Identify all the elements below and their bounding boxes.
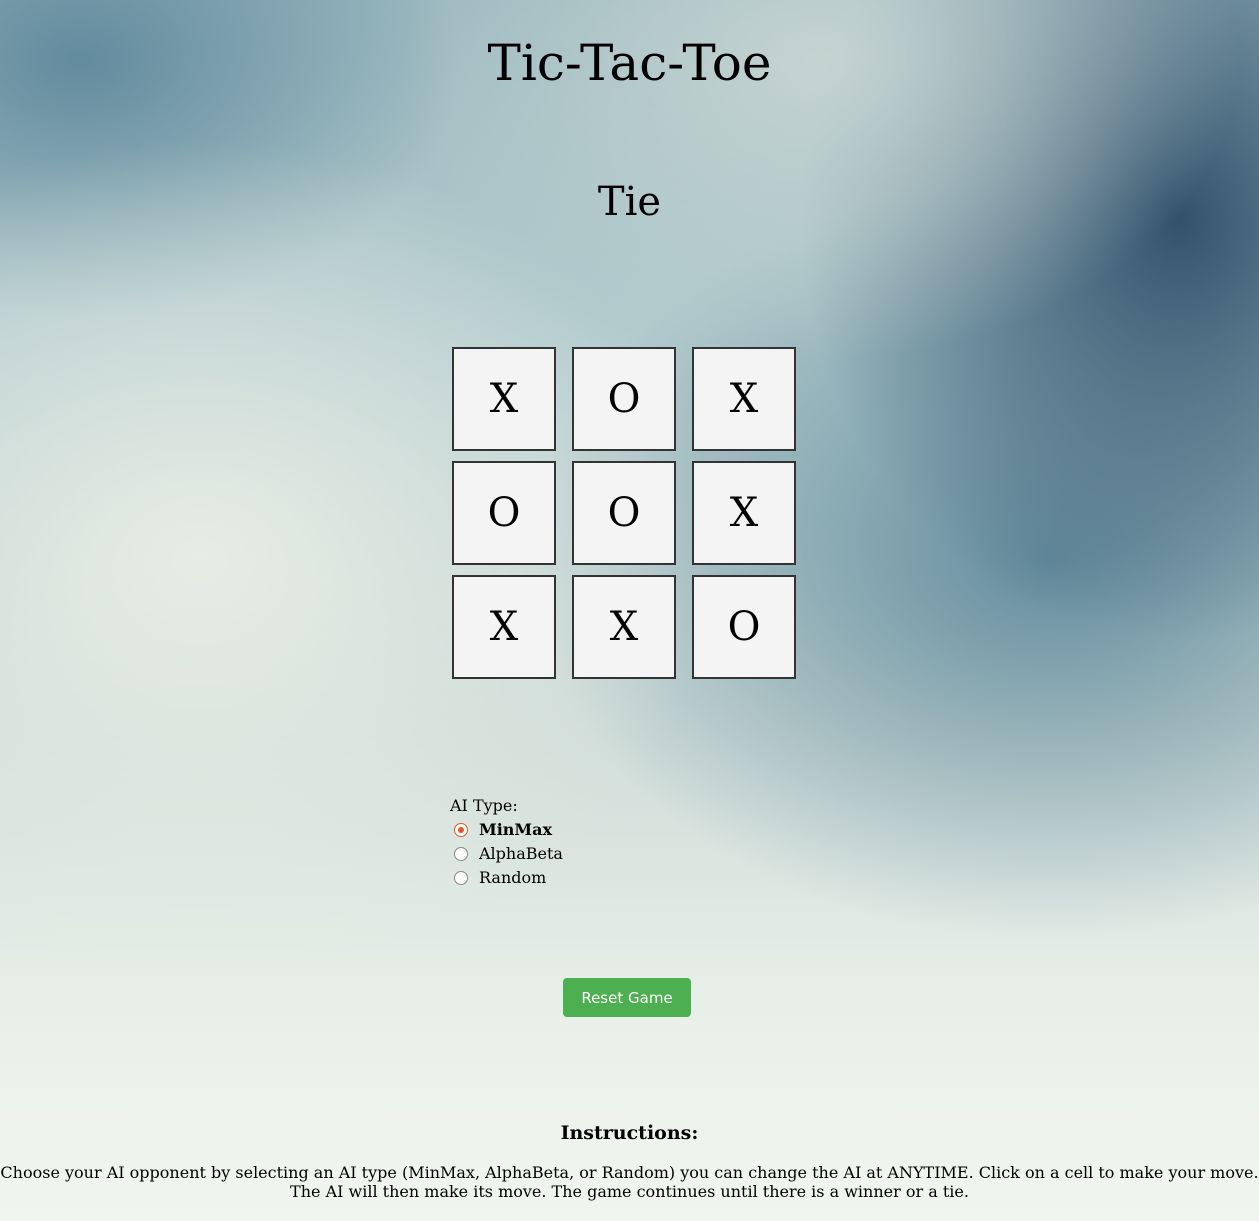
board-cell[interactable]: X xyxy=(692,347,796,451)
reset-game-button[interactable]: Reset Game xyxy=(563,978,691,1017)
minmax-label[interactable]: MinMax xyxy=(479,818,552,842)
board-cell[interactable]: X xyxy=(692,461,796,565)
ai-option-minmax[interactable]: MinMax xyxy=(454,818,563,842)
minmax-radio[interactable] xyxy=(454,823,468,837)
instructions-text: Choose your AI opponent by selecting an … xyxy=(0,1163,1259,1201)
instructions-heading: Instructions: xyxy=(560,1122,699,1144)
board-cell[interactable]: X xyxy=(572,575,676,679)
ai-type-selector: AI Type: MinMax AlphaBeta Random xyxy=(450,794,563,890)
board-cell[interactable]: O xyxy=(572,461,676,565)
alphabeta-label[interactable]: AlphaBeta xyxy=(479,842,563,866)
ai-type-label: AI Type: xyxy=(450,796,518,815)
board-cell[interactable]: X xyxy=(452,347,556,451)
ai-option-random[interactable]: Random xyxy=(454,866,563,890)
page-title: Tic-Tac-Toe xyxy=(487,34,772,92)
board-cell[interactable]: O xyxy=(692,575,796,679)
instructions-line-1: Choose your AI opponent by selecting an … xyxy=(0,1163,1259,1182)
random-label[interactable]: Random xyxy=(479,866,546,890)
board-cell[interactable]: X xyxy=(452,575,556,679)
game-board: X O X O O X X X O xyxy=(452,347,796,679)
random-radio[interactable] xyxy=(454,871,468,885)
ai-option-alphabeta[interactable]: AlphaBeta xyxy=(454,842,563,866)
alphabeta-radio[interactable] xyxy=(454,847,468,861)
board-cell[interactable]: O xyxy=(572,347,676,451)
instructions-line-2: The AI will then make its move. The game… xyxy=(290,1182,969,1201)
game-status: Tie xyxy=(597,179,662,225)
board-cell[interactable]: O xyxy=(452,461,556,565)
